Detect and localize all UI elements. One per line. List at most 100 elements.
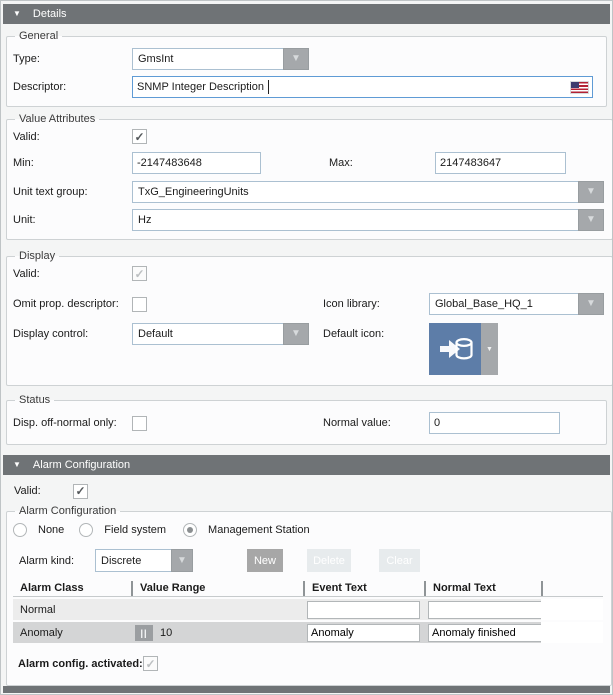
alarm-valid-checkbox[interactable]: ✓ xyxy=(73,484,88,499)
clear-button: Clear xyxy=(379,549,420,572)
check-icon: ✓ xyxy=(134,131,144,143)
event-text-input[interactable] xyxy=(307,601,420,619)
min-label: Min: xyxy=(13,157,132,169)
dropdown-arrow-icon: ▼ xyxy=(291,329,301,339)
general-group-legend: General xyxy=(15,30,62,42)
radio-none[interactable]: None xyxy=(13,523,64,537)
display-control-button[interactable]: ▼ xyxy=(283,323,309,345)
column-header-empty xyxy=(541,581,603,596)
default-icon-picker[interactable]: ▼ xyxy=(429,323,498,375)
new-button[interactable]: New xyxy=(247,549,283,572)
type-combobox[interactable]: GmsInt ▼ xyxy=(132,48,309,70)
value-attributes-group: Value Attributes Valid: ✓ Min: Max: Unit… xyxy=(6,113,613,240)
details-section-header[interactable]: ▼ Details xyxy=(3,4,610,24)
dropdown-arrow-icon: ▼ xyxy=(586,299,596,309)
alarm-config-activated-label: Alarm config. activated: xyxy=(18,658,143,670)
table-row-normal[interactable]: Normal xyxy=(13,599,603,620)
icon-library-combobox[interactable]: Global_Base_HQ_1 ▼ xyxy=(429,293,604,315)
language-flag-icon[interactable] xyxy=(571,82,588,93)
display-group: Display Valid: ✓ Omit prop. descriptor: … xyxy=(6,250,613,386)
valid-checkbox[interactable]: ✓ xyxy=(132,129,147,144)
empty-cell xyxy=(541,599,603,620)
dropdown-arrow-icon: ▼ xyxy=(586,215,596,225)
alarm-class-cell: Normal xyxy=(13,599,131,620)
unit-text-group-label: Unit text group: xyxy=(13,186,132,198)
alarm-class-table: Alarm Class Value Range Event Text Norma… xyxy=(13,580,603,643)
display-control-combobox[interactable]: Default ▼ xyxy=(132,323,309,345)
alarm-class-cell: Anomaly xyxy=(13,622,131,643)
alarm-kind-value[interactable]: Discrete xyxy=(95,549,171,572)
collapse-arrow-icon: ▼ xyxy=(13,461,21,469)
general-group: General Type: GmsInt ▼ Descriptor: xyxy=(6,30,607,107)
alarm-valid-row: Valid: ✓ xyxy=(14,483,612,499)
max-label: Max: xyxy=(329,157,435,169)
display-control-label: Display control: xyxy=(13,328,132,340)
value-range-cell xyxy=(131,599,303,620)
collapse-arrow-icon: ▼ xyxy=(13,10,21,18)
arrow-into-database-icon[interactable] xyxy=(429,323,481,375)
range-operator-button[interactable]: || xyxy=(135,625,153,641)
alarm-table-header: Alarm Class Value Range Event Text Norma… xyxy=(13,580,603,597)
radio-management-station-circle[interactable] xyxy=(183,523,197,537)
dropdown-arrow-icon: ▼ xyxy=(291,54,301,64)
alarm-kind-button[interactable]: ▼ xyxy=(171,549,193,572)
alarm-configuration-section-title: Alarm Configuration xyxy=(33,459,130,471)
type-label: Type: xyxy=(13,53,132,65)
type-combobox-value[interactable]: GmsInt xyxy=(132,48,283,70)
alarm-config-activated-checkbox: ✓ xyxy=(143,656,158,671)
disp-off-normal-only-checkbox[interactable] xyxy=(132,416,147,431)
alarm-configuration-section-header[interactable]: ▼ Alarm Configuration xyxy=(3,455,610,475)
details-section-title: Details xyxy=(33,8,67,20)
display-legend: Display xyxy=(15,250,59,262)
collapsed-section-header[interactable] xyxy=(3,686,610,693)
empty-cell xyxy=(541,622,603,643)
descriptor-field-wrap xyxy=(132,76,593,98)
omit-prop-descriptor-checkbox[interactable] xyxy=(132,297,147,312)
radio-none-label: None xyxy=(38,524,64,536)
default-icon-label: Default icon: xyxy=(323,328,429,340)
alarm-kind-combobox[interactable]: Discrete ▼ xyxy=(95,549,193,572)
display-control-value[interactable]: Default xyxy=(132,323,283,345)
property-details-panel: ▼ Details General Type: GmsInt ▼ Descrip… xyxy=(0,0,613,695)
radio-field-system-circle[interactable] xyxy=(79,523,93,537)
unit-value[interactable]: Hz xyxy=(132,209,578,231)
status-group: Status Disp. off-normal only: Normal val… xyxy=(6,394,607,445)
unit-text-group-combobox[interactable]: TxG_EngineeringUnits ▼ xyxy=(132,181,604,203)
type-combobox-button[interactable]: ▼ xyxy=(283,48,309,70)
check-icon: ✓ xyxy=(145,658,155,670)
normal-value-input[interactable] xyxy=(429,412,560,434)
unit-text-group-value[interactable]: TxG_EngineeringUnits xyxy=(132,181,578,203)
column-header-value-range: Value Range xyxy=(131,581,303,596)
descriptor-label: Descriptor: xyxy=(13,81,132,93)
check-icon: ✓ xyxy=(75,485,85,497)
radio-management-station[interactable]: Management Station xyxy=(183,523,310,537)
event-text-input[interactable] xyxy=(307,624,420,642)
default-icon-image xyxy=(435,329,475,369)
normal-text-input[interactable] xyxy=(428,601,543,619)
min-input[interactable] xyxy=(132,152,261,174)
normal-text-cell xyxy=(424,599,541,620)
value-attributes-legend: Value Attributes xyxy=(15,113,99,125)
valid-label: Valid: xyxy=(13,131,132,143)
event-text-cell xyxy=(303,599,424,620)
normal-text-input[interactable] xyxy=(428,624,543,642)
column-header-alarm-class: Alarm Class xyxy=(13,581,131,596)
unit-text-group-button[interactable]: ▼ xyxy=(578,181,604,203)
omit-prop-descriptor-label: Omit prop. descriptor: xyxy=(13,298,132,310)
unit-combobox[interactable]: Hz ▼ xyxy=(132,209,604,231)
descriptor-input[interactable] xyxy=(132,76,593,98)
dropdown-arrow-icon: ▼ xyxy=(486,346,493,353)
icon-library-value[interactable]: Global_Base_HQ_1 xyxy=(429,293,578,315)
radio-field-system[interactable]: Field system xyxy=(79,523,166,537)
unit-button[interactable]: ▼ xyxy=(578,209,604,231)
display-valid-checkbox: ✓ xyxy=(132,266,147,281)
default-icon-dropdown-button[interactable]: ▼ xyxy=(481,323,498,375)
value-range-cell: || 10 xyxy=(131,622,303,643)
max-input[interactable] xyxy=(435,152,566,174)
radio-none-circle[interactable] xyxy=(13,523,27,537)
icon-library-button[interactable]: ▼ xyxy=(578,293,604,315)
table-row-anomaly[interactable]: Anomaly || 10 xyxy=(13,622,603,643)
alarm-configuration-group: Alarm Configuration None Field system Ma… xyxy=(6,505,612,686)
display-valid-label: Valid: xyxy=(13,268,132,280)
alarm-valid-label: Valid: xyxy=(14,485,73,497)
